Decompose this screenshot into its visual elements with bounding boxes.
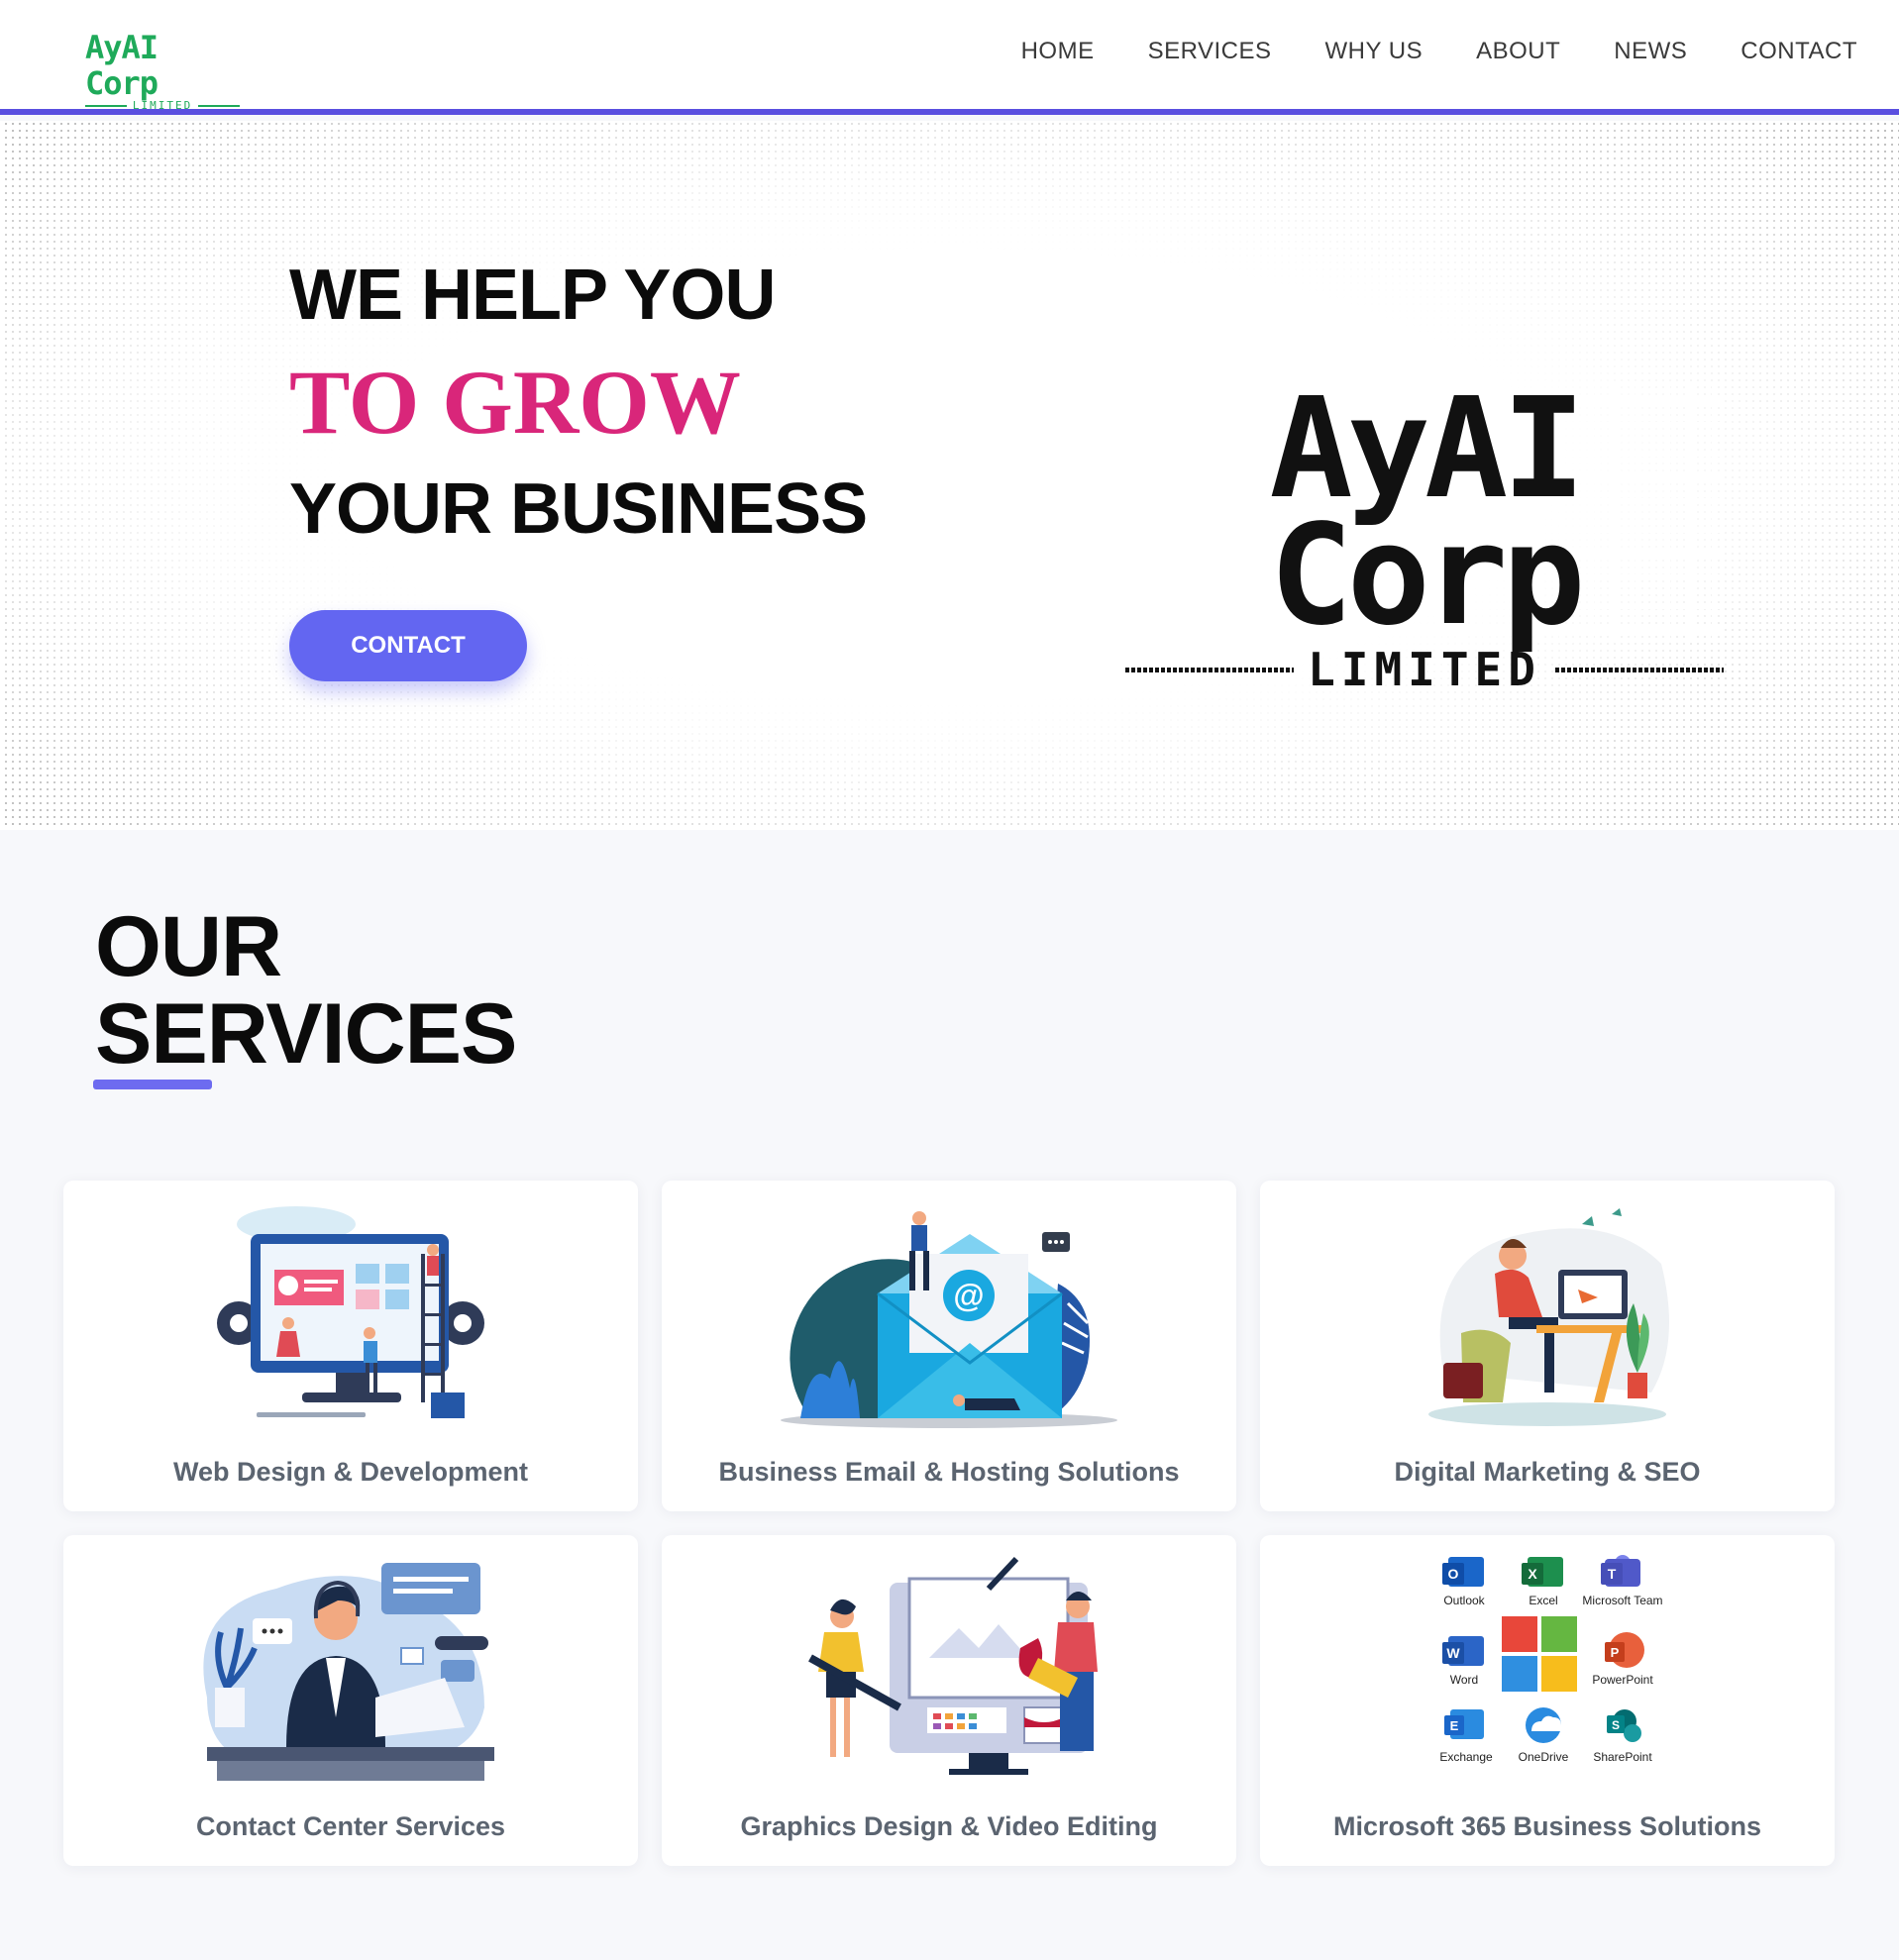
site-header: AyAI Corp LIMITED HOME SERVICES WHY US A…	[0, 0, 1899, 115]
app-label-powerpoint: PowerPoint	[1592, 1673, 1653, 1687]
hero-section: WE HELP YOU TO GROW YOUR BUSINESS CONTAC…	[0, 121, 1899, 830]
service-card-contact-center[interactable]: Contact Center Services	[63, 1535, 638, 1866]
app-label-exchange: Exchange	[1439, 1750, 1493, 1764]
contact-center-illustration	[203, 1563, 494, 1781]
app-label-sharepoint: SharePoint	[1593, 1750, 1652, 1764]
service-card-graphics-design[interactable]: Graphics Design & Video Editing	[662, 1535, 1236, 1866]
service-card-label: Digital Marketing & SEO	[1394, 1457, 1701, 1487]
app-label-microsoft-team: Microsoft Team	[1582, 1594, 1662, 1607]
svg-text:P: P	[1611, 1645, 1620, 1660]
microsoft-logo-icon	[1502, 1616, 1577, 1692]
brand-name: AyAI Corp	[85, 29, 158, 102]
nav-services[interactable]: SERVICES	[1148, 38, 1272, 65]
svg-text:O: O	[1448, 1566, 1459, 1582]
nav-about[interactable]: ABOUT	[1476, 38, 1560, 65]
sharepoint-icon: S	[1607, 1709, 1641, 1742]
app-label-word: Word	[1450, 1673, 1478, 1687]
hero-line-1: WE HELP YOU	[289, 256, 776, 335]
nav-why-us[interactable]: WHY US	[1325, 38, 1424, 65]
outlook-icon: O	[1442, 1557, 1484, 1587]
web-design-illustration	[217, 1206, 484, 1418]
excel-icon: X	[1522, 1557, 1563, 1587]
hero-logo-name: AyAI Corp	[1125, 380, 1724, 646]
svg-text:W: W	[1446, 1645, 1460, 1661]
services-heading: OUR SERVICES	[95, 899, 517, 1082]
graphics-design-illustration	[808, 1556, 1098, 1775]
service-card-label: Web Design & Development	[172, 1457, 529, 1487]
hero-line-3: YOUR BUSINESS	[289, 469, 868, 549]
svg-text:E: E	[1450, 1718, 1459, 1733]
word-icon: W	[1442, 1636, 1484, 1666]
service-card-label: Graphics Design & Video Editing	[740, 1811, 1158, 1841]
nav-contact[interactable]: CONTACT	[1741, 38, 1857, 65]
service-card-label: Business Email & Hosting Solutions	[718, 1457, 1180, 1487]
digital-marketing-illustration	[1428, 1208, 1669, 1426]
nav-home[interactable]: HOME	[1021, 38, 1095, 65]
service-card-digital-marketing[interactable]: Digital Marketing & SEO	[1260, 1181, 1835, 1511]
service-card-microsoft-365[interactable]: O Outlook X Excel T Microsoft Team W Wor…	[1260, 1535, 1835, 1866]
main-nav: HOME SERVICES WHY US ABOUT NEWS CONTACT	[1021, 38, 1857, 65]
svg-text:X: X	[1528, 1566, 1537, 1582]
app-label-outlook: Outlook	[1443, 1594, 1485, 1607]
app-label-onedrive: OneDrive	[1519, 1750, 1569, 1764]
teams-icon: T	[1601, 1555, 1640, 1587]
business-email-illustration: @	[781, 1211, 1117, 1428]
hero-headline: WE HELP YOU TO GROW YOUR BUSINESS	[289, 256, 868, 549]
svg-text:T: T	[1608, 1566, 1617, 1582]
hero-line-2: TO GROW	[289, 352, 741, 453]
services-heading-line-2: SERVICES	[95, 986, 517, 1082]
hero-contact-button[interactable]: CONTACT	[289, 610, 527, 681]
powerpoint-icon: P	[1605, 1632, 1644, 1668]
exchange-icon: E	[1444, 1709, 1484, 1739]
app-label-excel: Excel	[1529, 1594, 1557, 1607]
services-heading-underline	[93, 1080, 212, 1089]
service-card-label: Contact Center Services	[195, 1811, 506, 1841]
brand-logo[interactable]: AyAI Corp LIMITED	[85, 30, 240, 112]
svg-text:@: @	[953, 1278, 984, 1313]
hero-logo: AyAI Corp LIMITED	[1125, 380, 1724, 693]
hero-logo-subtitle: LIMITED	[1125, 646, 1724, 693]
service-card-business-email[interactable]: @ Business Email & Hosting Solutions	[662, 1181, 1236, 1511]
svg-text:S: S	[1612, 1718, 1620, 1732]
microsoft-365-apps-illustration: O Outlook X Excel T Microsoft Team W Wor…	[1439, 1555, 1663, 1764]
onedrive-icon	[1526, 1707, 1567, 1743]
service-card-label: Microsoft 365 Business Solutions	[1332, 1811, 1762, 1841]
nav-news[interactable]: NEWS	[1614, 38, 1687, 65]
services-heading-line-1: OUR	[95, 899, 282, 994]
service-card-web-design[interactable]: Web Design & Development	[63, 1181, 638, 1511]
